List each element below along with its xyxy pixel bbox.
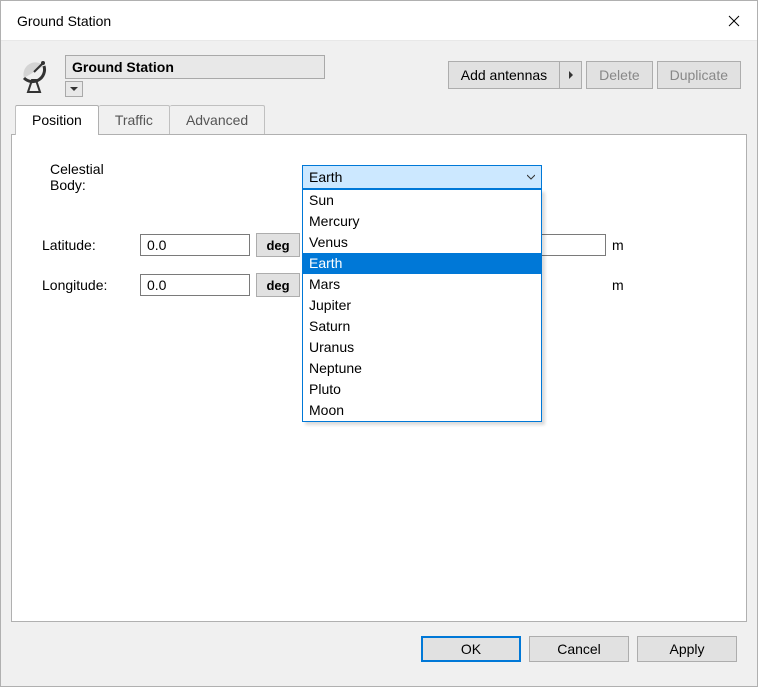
- celestial-option-jupiter[interactable]: Jupiter: [303, 295, 541, 316]
- ok-button[interactable]: OK: [421, 636, 521, 662]
- close-icon: [728, 15, 740, 27]
- tab-panel-position: Celestial Body: Earth SunMercuryVenusEar…: [11, 134, 747, 622]
- cancel-button[interactable]: Cancel: [529, 636, 629, 662]
- right1-unit: m: [612, 237, 632, 253]
- celestial-option-venus[interactable]: Venus: [303, 232, 541, 253]
- celestial-option-uranus[interactable]: Uranus: [303, 337, 541, 358]
- celestial-option-sun[interactable]: Sun: [303, 190, 541, 211]
- window-title: Ground Station: [17, 13, 111, 29]
- add-antennas-split-button: Add antennas: [448, 61, 582, 89]
- chevron-down-icon: [70, 85, 78, 93]
- window-close-button[interactable]: [711, 1, 757, 41]
- chevron-down-icon: [527, 173, 535, 181]
- chevron-right-icon: [567, 71, 575, 79]
- celestial-body-selected-value: Earth: [309, 169, 342, 185]
- right2-unit: m: [612, 277, 632, 293]
- celestial-option-mars[interactable]: Mars: [303, 274, 541, 295]
- celestial-body-dropdown-list: SunMercuryVenusEarthMarsJupiterSaturnUra…: [302, 189, 542, 422]
- dialog-window: Ground Station: [0, 0, 758, 687]
- row-celestial-body: Celestial Body: Earth SunMercuryVenusEar…: [42, 161, 716, 193]
- tab-position[interactable]: Position: [15, 105, 99, 135]
- add-antennas-button[interactable]: Add antennas: [448, 61, 560, 89]
- latitude-unit-button[interactable]: deg: [256, 233, 300, 257]
- longitude-label: Longitude:: [42, 277, 142, 293]
- latitude-label: Latitude:: [42, 237, 142, 253]
- celestial-body-select-wrap: Earth SunMercuryVenusEarthMarsJupiterSat…: [302, 165, 542, 189]
- header-row: Add antennas Delete Duplicate: [11, 55, 747, 97]
- tab-traffic[interactable]: Traffic: [99, 105, 170, 134]
- name-block: [65, 55, 325, 97]
- celestial-option-neptune[interactable]: Neptune: [303, 358, 541, 379]
- delete-button[interactable]: Delete: [586, 61, 652, 89]
- apply-button[interactable]: Apply: [637, 636, 737, 662]
- celestial-option-pluto[interactable]: Pluto: [303, 379, 541, 400]
- dialog-body: Add antennas Delete Duplicate Position T…: [1, 41, 757, 686]
- ground-station-icon: [17, 57, 57, 97]
- celestial-body-select[interactable]: Earth: [302, 165, 542, 189]
- add-antennas-dropdown-button[interactable]: [560, 61, 582, 89]
- longitude-input[interactable]: [140, 274, 250, 296]
- name-history-button[interactable]: [65, 81, 83, 97]
- celestial-option-moon[interactable]: Moon: [303, 400, 541, 421]
- latitude-input[interactable]: [140, 234, 250, 256]
- celestial-option-saturn[interactable]: Saturn: [303, 316, 541, 337]
- celestial-option-earth[interactable]: Earth: [303, 253, 541, 274]
- tab-advanced[interactable]: Advanced: [170, 105, 265, 134]
- dialog-footer: OK Cancel Apply: [11, 622, 747, 676]
- titlebar: Ground Station: [1, 1, 757, 41]
- station-name-input[interactable]: [65, 55, 325, 79]
- celestial-body-label: Celestial Body:: [42, 161, 142, 193]
- celestial-option-mercury[interactable]: Mercury: [303, 211, 541, 232]
- tab-strip: Position Traffic Advanced: [15, 105, 747, 134]
- longitude-unit-button[interactable]: deg: [256, 273, 300, 297]
- duplicate-button[interactable]: Duplicate: [657, 61, 741, 89]
- toolbar-buttons: Add antennas Delete Duplicate: [448, 61, 741, 89]
